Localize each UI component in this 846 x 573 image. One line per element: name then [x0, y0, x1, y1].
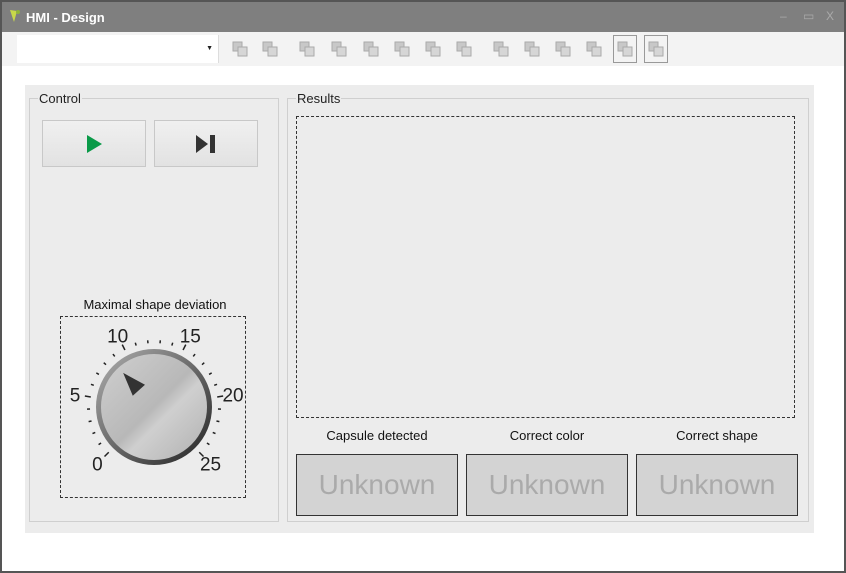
- h-spacing-icon: [555, 41, 571, 57]
- bring-to-front-button[interactable]: [228, 35, 252, 63]
- knob-tick: [112, 353, 116, 357]
- results-group: Results Capsule detected Unknown Correct c…: [287, 91, 809, 522]
- maximize-button[interactable]: ▭: [803, 9, 814, 23]
- knob-tick: [216, 420, 220, 423]
- indicator-status: Unknown: [296, 454, 458, 516]
- knob-tick-label: 0: [92, 455, 103, 476]
- align-top-button[interactable]: [390, 35, 414, 63]
- knob-tick: [206, 442, 210, 446]
- knob-tick: [103, 362, 107, 366]
- send-to-back-button[interactable]: [258, 35, 282, 63]
- align-center-icon: [331, 41, 347, 57]
- knob-face: [101, 354, 207, 460]
- main-panel: Control Maximal shape deviation 0 5 10 15 20…: [25, 85, 814, 533]
- knob-tick-label: 5: [70, 385, 81, 406]
- align-middle-button[interactable]: [421, 35, 445, 63]
- knob-tick: [213, 383, 218, 387]
- center-horizontal-button[interactable]: [613, 35, 637, 63]
- close-button[interactable]: X: [826, 9, 834, 23]
- align-center-button[interactable]: [327, 35, 351, 63]
- indicator-caption: Capsule detected: [326, 428, 428, 443]
- title-bar: HMI - Design – ▭ X: [2, 2, 844, 32]
- knob-tick: [95, 372, 100, 376]
- app-window: HMI - Design – ▭ X ▼ Control Maximal sha…: [0, 0, 846, 573]
- knob-tick: [212, 431, 216, 435]
- play-button[interactable]: [42, 120, 146, 167]
- shape-deviation-knob[interactable]: 0 5 10 15 20 25: [61, 317, 245, 497]
- align-left-button[interactable]: [295, 35, 319, 63]
- knob-tick: [92, 431, 96, 435]
- indicator-caption: Correct color: [509, 428, 585, 443]
- control-group: Control Maximal shape deviation 0 5 10 15 20…: [29, 91, 279, 522]
- knob-tick: [171, 342, 174, 346]
- minimize-button[interactable]: –: [780, 9, 787, 23]
- window-title: HMI - Design: [26, 10, 105, 25]
- knob-tick: [88, 420, 92, 423]
- knob-tick: [90, 383, 95, 387]
- knob-tick: [84, 395, 91, 398]
- knob-tick-label: 20: [222, 385, 243, 406]
- send-to-back-icon: [262, 41, 278, 57]
- align-left-icon: [299, 41, 315, 57]
- control-group-label: Control: [38, 91, 82, 106]
- knob-tick: [201, 362, 205, 366]
- same-height-icon: [524, 41, 540, 57]
- center-vertical-icon: [648, 41, 664, 57]
- h-spacing-button[interactable]: [551, 35, 575, 63]
- knob-frame: 0 5 10 15 20 25: [60, 316, 246, 498]
- align-bottom-button[interactable]: [452, 35, 476, 63]
- step-forward-button[interactable]: [154, 120, 258, 167]
- same-height-button[interactable]: [520, 35, 544, 63]
- align-right-icon: [363, 41, 379, 57]
- center-vertical-button[interactable]: [644, 35, 668, 63]
- app-logo-icon: [10, 10, 20, 22]
- align-right-button[interactable]: [359, 35, 383, 63]
- knob-tick-label: 10: [107, 327, 128, 348]
- knob-tick: [103, 451, 110, 458]
- align-bottom-icon: [456, 41, 472, 57]
- indicator-status: Unknown: [636, 454, 798, 516]
- same-width-button[interactable]: [489, 35, 513, 63]
- knob-tick: [98, 442, 102, 446]
- v-spacing-button[interactable]: [582, 35, 606, 63]
- knob-tick-label: 25: [200, 455, 221, 476]
- toolbar: ▼: [2, 32, 844, 66]
- center-horizontal-icon: [617, 41, 633, 57]
- v-spacing-icon: [586, 41, 602, 57]
- bring-to-front-icon: [232, 41, 248, 57]
- knob-tick-label: 15: [180, 327, 201, 348]
- knob-tick: [192, 353, 196, 357]
- knob-label: Maximal shape deviation: [83, 297, 227, 312]
- align-top-icon: [394, 41, 410, 57]
- results-group-label: Results: [296, 91, 342, 106]
- knob-tick: [208, 372, 213, 376]
- step-forward-icon: [196, 134, 215, 153]
- same-width-icon: [493, 41, 509, 57]
- play-icon: [87, 134, 102, 153]
- results-display: [296, 116, 795, 418]
- indicator-status: Unknown: [466, 454, 628, 516]
- indicator-caption: Correct shape: [676, 428, 758, 443]
- align-middle-icon: [425, 41, 441, 57]
- chevron-down-icon: ▼: [206, 45, 213, 52]
- knob-tick: [134, 342, 137, 346]
- component-select[interactable]: ▼: [17, 35, 219, 63]
